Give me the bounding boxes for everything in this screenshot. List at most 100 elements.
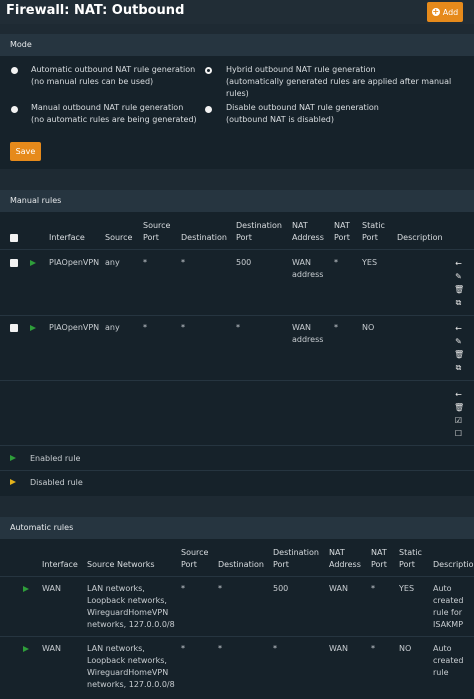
delete-icon[interactable]: 🗑: [454, 285, 464, 294]
rule-1-checkbox[interactable]: [10, 259, 18, 267]
option-automatic-label: Automatic outbound NAT rule generation: [31, 65, 196, 74]
row-divider: [0, 445, 474, 446]
col-nat-address: NAT Address: [292, 221, 324, 242]
row-divider: [0, 249, 474, 250]
top-bar: Firewall: NAT: Outbound + Add: [0, 0, 474, 24]
auto-rule-1-static-port: YES: [399, 584, 415, 593]
rule-2-checkbox[interactable]: [10, 324, 18, 332]
enable-selected-icon[interactable]: ☑: [454, 416, 463, 425]
copy-icon[interactable]: ⧉: [454, 363, 463, 372]
option-automatic-text: Automatic outbound NAT rule generation (…: [31, 64, 195, 88]
auto-rule-2-static-port: NO: [399, 644, 412, 653]
radio-hybrid[interactable]: [205, 67, 212, 74]
mode-header: Mode: [0, 34, 474, 56]
auto-col-interface: Interface: [42, 560, 78, 569]
option-automatic-desc: (no manual rules can be used): [31, 77, 154, 86]
option-disable-label: Disable outbound NAT rule generation: [226, 103, 379, 112]
delete-selected-icon[interactable]: 🗑: [454, 403, 464, 412]
option-hybrid-text: Hybrid outbound NAT rule generation (aut…: [226, 64, 474, 100]
mode-panel: Automatic outbound NAT rule generation (…: [0, 56, 474, 169]
row-divider: [0, 636, 474, 637]
manual-rules-header: Manual rules: [0, 190, 474, 212]
rule-1-nat-address: WAN address: [292, 258, 324, 279]
auto-rule-1-destination: *: [218, 584, 222, 593]
select-all-checkbox[interactable]: [10, 234, 18, 242]
auto-rule-1-dest-port: 500: [273, 584, 289, 593]
radio-disable[interactable]: [205, 106, 212, 113]
col-source-port: Source Port: [143, 221, 171, 242]
manual-rules-panel: Interface Source Source Port Destination …: [0, 212, 474, 496]
rule-2-nat-address: WAN address: [292, 323, 324, 344]
enabled-rule-icon[interactable]: [30, 260, 36, 266]
legend-enabled-label: Enabled rule: [30, 454, 81, 463]
auto-rule-2-dest-port: *: [273, 644, 277, 653]
delete-icon[interactable]: 🗑: [454, 350, 464, 359]
rule-2-nat-port: *: [334, 323, 338, 332]
option-hybrid-desc: (automatically generated rules are appli…: [226, 77, 452, 98]
row-divider: [0, 380, 474, 381]
row-divider: [0, 576, 474, 577]
auto-col-source-networks: Source Networks: [87, 560, 155, 569]
rule-1-source-port: *: [143, 258, 147, 267]
auto-col-destination-port: Destination Port: [273, 548, 319, 569]
rule-2-destination: *: [181, 323, 185, 332]
auto-col-nat-port: NAT Port: [371, 548, 387, 569]
col-description: Description: [397, 233, 443, 242]
row-divider: [0, 315, 474, 316]
rule-2-interface: PIAOpenVPN: [49, 323, 100, 332]
auto-rule-1-nat-address: WAN: [329, 584, 348, 593]
option-manual-text: Manual outbound NAT rule generation (no …: [31, 102, 197, 126]
move-before-icon[interactable]: ←: [454, 324, 463, 333]
col-destination: Destination: [181, 233, 227, 242]
move-before-icon[interactable]: ←: [454, 259, 463, 268]
col-nat-port: NAT Port: [334, 221, 350, 242]
edit-icon[interactable]: ✎: [454, 272, 463, 281]
auto-rule-2-nat-port: *: [371, 644, 375, 653]
row-divider: [0, 470, 474, 471]
auto-rule-2-interface: WAN: [42, 644, 61, 653]
auto-col-source-port: Source Port: [181, 548, 209, 569]
auto-col-description: Description: [433, 560, 474, 569]
rule-1-dest-port: 500: [236, 258, 252, 267]
automatic-rules-header: Automatic rules: [0, 517, 474, 539]
auto-col-nat-address: NAT Address: [329, 548, 361, 569]
rule-1-static-port: YES: [362, 258, 378, 267]
legend-disabled-label: Disabled rule: [30, 478, 83, 487]
disable-selected-icon[interactable]: ☐: [454, 429, 463, 438]
option-disable-desc: (outbound NAT is disabled): [226, 115, 334, 124]
auto-rule-2-source-networks: LAN networks, Loopback networks, Wireguard…: [87, 644, 175, 689]
option-manual-desc: (no automatic rules are being generated): [31, 115, 197, 124]
enabled-rule-icon: [23, 586, 29, 592]
auto-rule-1-source-networks: LAN networks, Loopback networks, Wireguard…: [87, 584, 175, 629]
auto-rule-1-nat-port: *: [371, 584, 375, 593]
option-manual-label: Manual outbound NAT rule generation: [31, 103, 184, 112]
move-to-end-icon[interactable]: ←: [454, 390, 463, 399]
enabled-rule-icon: [23, 646, 29, 652]
add-button-label: Add: [442, 7, 459, 17]
save-button[interactable]: Save: [10, 142, 41, 161]
auto-rule-2-nat-address: WAN: [329, 644, 348, 653]
page-title: Firewall: NAT: Outbound: [6, 3, 185, 18]
edit-icon[interactable]: ✎: [454, 337, 463, 346]
rule-1-destination: *: [181, 258, 185, 267]
rule-2-source-port: *: [143, 323, 147, 332]
auto-col-destination: Destination: [218, 560, 264, 569]
col-source: Source: [105, 233, 133, 242]
auto-rule-1-interface: WAN: [42, 584, 61, 593]
auto-rule-2-description: Auto created rule: [433, 644, 464, 677]
rule-1-interface: PIAOpenVPN: [49, 258, 100, 267]
rule-2-source: any: [105, 323, 120, 332]
enabled-rule-icon[interactable]: [30, 325, 36, 331]
option-disable-text: Disable outbound NAT rule generation (ou…: [226, 102, 379, 126]
radio-manual[interactable]: [11, 106, 18, 113]
rule-2-dest-port: *: [236, 323, 240, 332]
enabled-rule-legend-icon: [10, 455, 16, 461]
plus-icon: +: [431, 7, 440, 16]
add-button[interactable]: + Add: [427, 2, 463, 22]
auto-rule-2-source-port: *: [181, 644, 185, 653]
col-static-port: Static Port: [362, 221, 385, 242]
radio-automatic[interactable]: [11, 67, 18, 74]
automatic-rules-panel: Interface Source Networks Source Port Des…: [0, 539, 474, 699]
col-interface: Interface: [49, 233, 85, 242]
copy-icon[interactable]: ⧉: [454, 298, 463, 307]
